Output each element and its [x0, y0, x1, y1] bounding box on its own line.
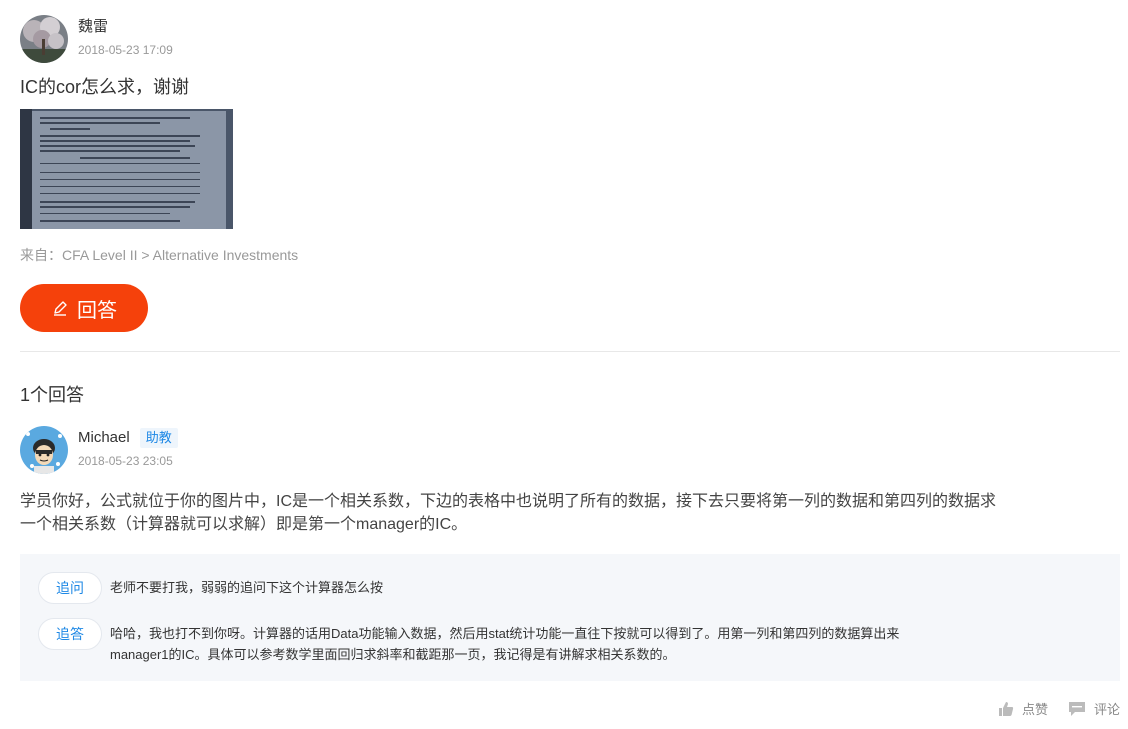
question-header: 魏雷 2018-05-23 17:09 — [20, 15, 173, 63]
qa-page: 魏雷 2018-05-23 17:09 IC的cor怎么求，谢谢 来自：CFA … — [0, 0, 1128, 729]
post-timestamp: 2018-05-23 23:05 — [78, 454, 173, 468]
avatar[interactable] — [20, 426, 68, 474]
author-name[interactable]: Michael — [78, 428, 130, 448]
role-badge: 助教 — [139, 428, 178, 448]
answer-header: Michael 助教 2018-05-23 23:05 — [20, 426, 178, 474]
pencil-icon — [51, 299, 69, 317]
answer-actions: 点赞 评论 — [978, 699, 1120, 718]
answer-button[interactable]: 回答 — [20, 284, 148, 332]
answer-count: 1个回答 — [20, 385, 85, 405]
answer-button-label: 回答 — [77, 299, 117, 322]
question-image[interactable] — [20, 109, 233, 229]
question-source[interactable]: 来自：CFA Level II > Alternative Investment… — [20, 246, 298, 264]
followup-tag: 追答 — [38, 618, 102, 650]
post-timestamp: 2018-05-23 17:09 — [78, 43, 173, 57]
followup-panel: 追问 老师不要打我，弱弱的追问下这个计算器怎么按 追答 哈哈，我也打不到你呀。计… — [20, 554, 1120, 681]
answer-body: 学员你好，公式就位于你的图片中，IC是一个相关系数，下边的表格中也说明了所有的数… — [20, 493, 997, 533]
thumbs-up-icon — [998, 701, 1014, 716]
comment-icon — [1068, 701, 1085, 716]
like-button[interactable]: 点赞 — [998, 699, 1048, 718]
divider — [20, 351, 1120, 352]
like-label: 点赞 — [1021, 702, 1048, 717]
comment-label: 评论 — [1093, 702, 1120, 717]
followup-text: 老师不要打我，弱弱的追问下这个计算器怎么按 — [110, 580, 384, 595]
avatar[interactable] — [20, 15, 68, 63]
comment-button[interactable]: 评论 — [1068, 699, 1120, 718]
followup-row: 追问 老师不要打我，弱弱的追问下这个计算器怎么按 — [38, 572, 920, 604]
author-name[interactable]: 魏雷 — [78, 17, 173, 37]
followup-row: 追答 哈哈，我也打不到你呀。计算器的话用Data功能输入数据，然后用stat统计… — [38, 618, 920, 665]
question-title: IC的cor怎么求，谢谢 — [20, 77, 190, 97]
followup-text: 哈哈，我也打不到你呀。计算器的话用Data功能输入数据，然后用stat统计功能一… — [110, 626, 900, 662]
followup-tag: 追问 — [38, 572, 102, 604]
